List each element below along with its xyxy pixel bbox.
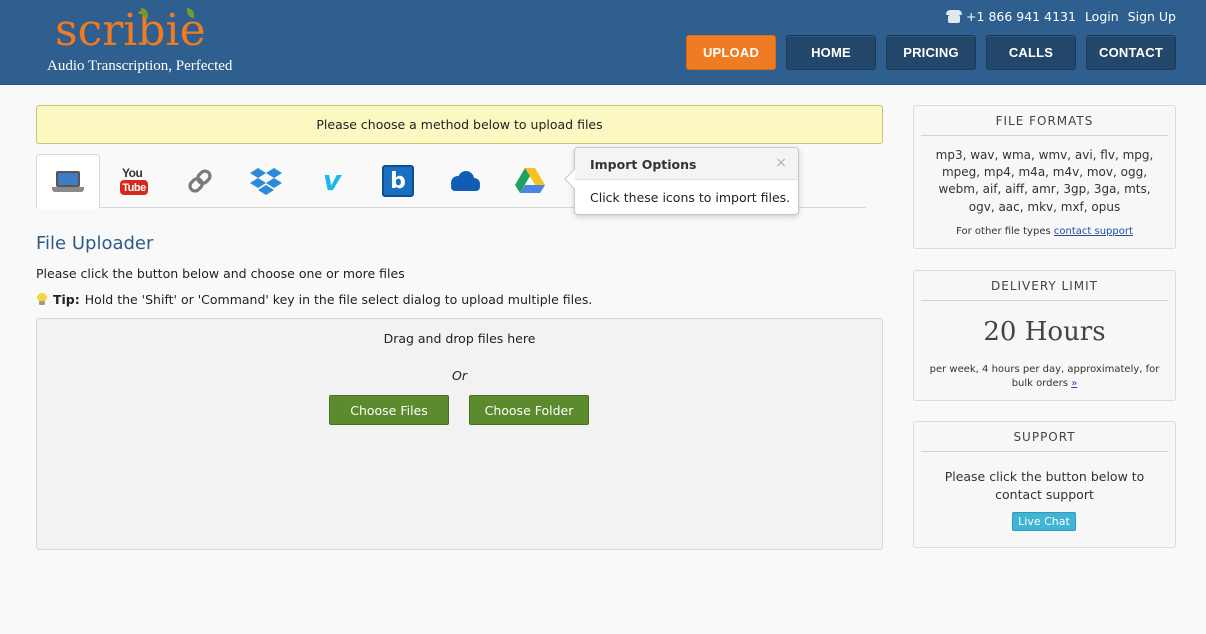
google-drive-icon	[515, 168, 545, 193]
tab-link[interactable]	[168, 154, 232, 208]
logo-wordmark: scribie	[55, 5, 206, 56]
tab-youtube[interactable]: You Tube	[102, 154, 166, 208]
laptop-icon	[52, 170, 84, 193]
bulk-orders-link[interactable]: »	[1071, 378, 1077, 389]
nav-pricing-button[interactable]: PRICING	[886, 35, 976, 70]
delivery-note-text: per week, 4 hours per day, approximately…	[929, 364, 1160, 389]
other-file-types: For other file types contact support	[914, 226, 1175, 237]
tab-vimeo[interactable]: v	[300, 154, 364, 208]
phone-contact: +1 866 941 4131	[946, 9, 1076, 24]
box-icon: b	[382, 165, 414, 197]
tagline: Audio Transcription, Perfected	[47, 58, 233, 74]
delivery-limit-title: DELIVERY LIMIT	[921, 271, 1168, 301]
notice-text: Please choose a method below to upload f…	[316, 117, 603, 132]
lightbulb-icon	[36, 293, 47, 306]
delivery-limit-note: per week, 4 hours per day, approximately…	[926, 363, 1163, 391]
tab-dropbox[interactable]	[234, 154, 298, 208]
uploader-tip: Tip: Hold the 'Shift' or 'Command' key i…	[36, 292, 592, 307]
tab-local-upload[interactable]	[36, 154, 100, 209]
tip-label: Tip:	[53, 292, 80, 307]
tab-google-drive[interactable]	[498, 154, 562, 208]
choose-folder-button[interactable]: Choose Folder	[469, 395, 589, 425]
upload-notice: Please choose a method below to upload f…	[36, 105, 883, 144]
support-title: SUPPORT	[921, 422, 1168, 452]
contact-support-link[interactable]: contact support	[1054, 226, 1133, 237]
drag-drop-text: Drag and drop files here	[383, 331, 536, 346]
phone-icon	[946, 10, 963, 23]
or-text: Or	[452, 368, 467, 383]
other-file-types-text: For other file types	[956, 226, 1051, 237]
site-header: scribie Audio Transcription, Perfected +…	[0, 0, 1206, 85]
file-formats-list: mp3, wav, wma, wmv, avi, flv, mpg, mpeg,…	[935, 148, 1154, 214]
popover-body: Click these icons to import files.	[590, 190, 791, 205]
nav-calls-button[interactable]: CALLS	[986, 35, 1076, 70]
uploader-instructions: Please click the button below and choose…	[36, 266, 405, 281]
vimeo-icon: v	[322, 164, 342, 197]
link-icon	[188, 169, 212, 193]
popover-title: Import Options	[590, 157, 697, 172]
delivery-limit-value: 20 Hours	[983, 317, 1106, 347]
onedrive-icon	[451, 171, 480, 191]
login-link[interactable]: Login	[1085, 9, 1119, 24]
popover-header: Import Options ×	[575, 148, 798, 180]
file-formats-panel: FILE FORMATS mp3, wav, wma, wmv, avi, fl…	[913, 105, 1176, 249]
choose-files-button[interactable]: Choose Files	[329, 395, 449, 425]
delivery-limit-panel: DELIVERY LIMIT 20 Hours per week, 4 hour…	[913, 270, 1176, 401]
phone-number: +1 866 941 4131	[966, 9, 1076, 24]
import-options-popover: Import Options × Click these icons to im…	[564, 147, 799, 215]
support-text: Please click the button below to contact…	[944, 469, 1145, 502]
top-links: +1 866 941 4131 Login Sign Up	[946, 9, 1176, 24]
signup-link[interactable]: Sign Up	[1128, 9, 1176, 24]
youtube-icon: You Tube	[120, 166, 148, 196]
tab-onedrive[interactable]	[432, 154, 496, 208]
tip-text: Hold the 'Shift' or 'Command' key in the…	[84, 292, 593, 307]
nav-upload-button[interactable]: UPLOAD	[686, 35, 776, 70]
nav-contact-button[interactable]: CONTACT	[1086, 35, 1176, 70]
close-icon[interactable]: ×	[775, 155, 787, 171]
scribie-logo[interactable]: scribie	[55, 8, 206, 54]
dropbox-icon	[250, 168, 282, 195]
main-nav: UPLOAD HOME PRICING CALLS CONTACT	[686, 35, 1176, 70]
live-chat-button[interactable]: Live Chat	[1012, 512, 1076, 531]
tab-box[interactable]: b	[366, 154, 430, 208]
support-panel: SUPPORT Please click the button below to…	[913, 421, 1176, 548]
nav-home-button[interactable]: HOME	[786, 35, 876, 70]
file-formats-title: FILE FORMATS	[921, 106, 1168, 136]
drop-zone[interactable]: Drag and drop files here Or Choose Files…	[36, 318, 883, 550]
file-uploader-title: File Uploader	[36, 233, 154, 254]
